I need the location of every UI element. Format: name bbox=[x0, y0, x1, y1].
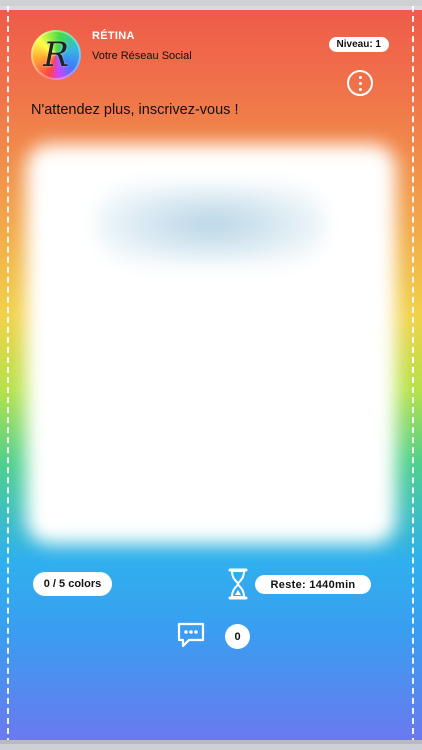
level-badge: Niveau: 1 bbox=[328, 37, 389, 52]
more-options-icon[interactable] bbox=[347, 70, 373, 96]
post-card: R RÉTINA Votre Réseau Social Niveau: 1 N… bbox=[0, 6, 422, 744]
top-divider bbox=[0, 6, 422, 10]
right-dashed-border bbox=[412, 6, 414, 744]
blurred-post-image[interactable] bbox=[26, 144, 396, 544]
post-headline: N'attendez plus, inscrivez-vous ! bbox=[31, 102, 239, 118]
hourglass-icon bbox=[228, 568, 248, 600]
colors-counter: 0 / 5 colors bbox=[33, 572, 112, 596]
avatar-letter: R bbox=[43, 35, 69, 75]
avatar[interactable]: R bbox=[31, 30, 81, 80]
bottom-divider bbox=[0, 740, 422, 744]
brand-name: RÉTINA bbox=[92, 30, 135, 42]
left-dashed-border bbox=[7, 6, 9, 744]
brand-tagline: Votre Réseau Social bbox=[92, 50, 192, 62]
chat-bubble-icon[interactable] bbox=[176, 620, 206, 650]
time-remaining: Reste: 1440min bbox=[255, 575, 371, 594]
comment-count: 0 bbox=[225, 624, 250, 649]
